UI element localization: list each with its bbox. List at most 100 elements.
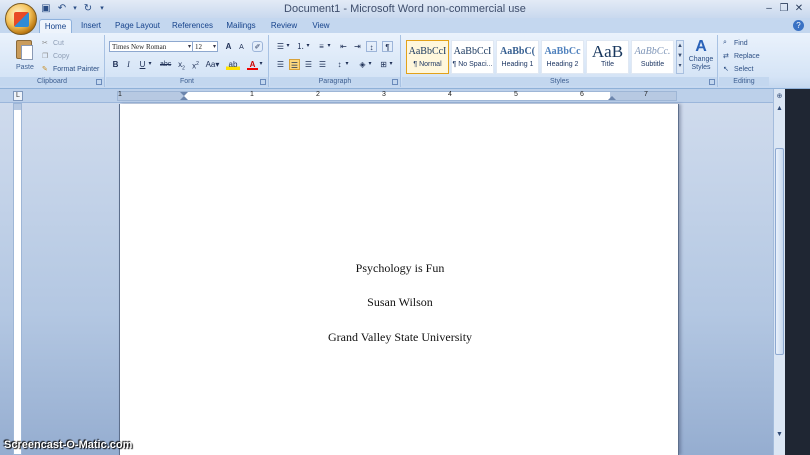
- bold-icon[interactable]: B: [110, 59, 121, 70]
- tab-home[interactable]: Home: [39, 19, 72, 33]
- strikethrough-icon[interactable]: abc: [160, 59, 171, 70]
- format-painter-button[interactable]: Format Painter: [53, 66, 99, 73]
- style-heading-1[interactable]: AaBbC( Heading 1: [496, 40, 539, 74]
- document-institution-line[interactable]: Grand Valley State University: [120, 330, 680, 345]
- styles-launcher-icon[interactable]: [709, 79, 715, 85]
- decrease-indent-icon[interactable]: ⇤: [338, 41, 349, 52]
- undo-icon[interactable]: ↶: [56, 3, 68, 15]
- paragraph-group-label: Paragraph: [270, 77, 400, 86]
- clipboard-group-label: Clipboard: [0, 77, 104, 86]
- align-right-icon[interactable]: ☰: [303, 59, 314, 70]
- hanging-indent-marker[interactable]: [180, 96, 188, 100]
- font-launcher-icon[interactable]: [260, 79, 266, 85]
- bullets-dropdown-icon[interactable]: ▾: [285, 41, 291, 52]
- tab-insert[interactable]: Insert: [76, 19, 106, 33]
- cut-button[interactable]: Cut: [53, 40, 64, 47]
- font-size-select[interactable]: 12 ▾: [192, 41, 218, 52]
- paste-icon[interactable]: [14, 37, 36, 63]
- change-case-icon[interactable]: Aa▾: [205, 59, 220, 70]
- change-styles-icon: A: [695, 38, 707, 55]
- document-author-line[interactable]: Susan Wilson: [120, 295, 680, 310]
- style-subtitle[interactable]: AaBbCc. Subtitle: [631, 40, 674, 74]
- sort-icon[interactable]: ↕: [366, 41, 377, 52]
- cut-icon[interactable]: ✂: [42, 39, 48, 47]
- copy-icon[interactable]: ❐: [42, 52, 48, 60]
- change-styles-button[interactable]: A Change Styles: [686, 38, 716, 78]
- shrink-font-icon[interactable]: A: [236, 42, 247, 53]
- align-center-icon[interactable]: ☰: [289, 59, 300, 70]
- tab-view[interactable]: View: [309, 19, 333, 33]
- redo-icon[interactable]: ↻: [82, 3, 94, 15]
- minimize-icon[interactable]: –: [762, 2, 776, 15]
- font-family-value: Times New Roman: [112, 43, 167, 51]
- find-icon[interactable]: ⌕: [723, 39, 727, 47]
- align-left-icon[interactable]: ☰: [275, 59, 286, 70]
- numbering-dropdown-icon[interactable]: ▾: [305, 41, 311, 52]
- clear-formatting-icon[interactable]: ✐: [252, 41, 263, 52]
- style-normal[interactable]: AaBbCcI ¶ Normal: [406, 40, 449, 74]
- ruler-number: 6: [580, 91, 584, 98]
- clipboard-launcher-icon[interactable]: [96, 79, 102, 85]
- copy-button[interactable]: Copy: [53, 53, 69, 60]
- styles-gallery-scroll[interactable]: ▲ ▼ ▾: [676, 40, 684, 74]
- tab-references[interactable]: References: [170, 19, 215, 33]
- document-title-line[interactable]: Psychology is Fun: [120, 261, 680, 276]
- increase-indent-icon[interactable]: ⇥: [352, 41, 363, 52]
- subscript-icon[interactable]: x2: [176, 59, 187, 72]
- scroll-down-icon[interactable]: ▼: [774, 429, 785, 440]
- format-painter-icon[interactable]: ✎: [42, 65, 48, 73]
- scrollbar-thumb[interactable]: [775, 148, 784, 355]
- font-color-dropdown-icon[interactable]: ▾: [258, 59, 264, 70]
- paragraph-group: ☰ ▾ ⒈ ▾ ≡ ▾ ⇤ ⇥ ↕ ¶ ☰ ☰ ☰ ☰ ↕ ▾ ◈ ▾ ⊞ ▾ …: [270, 35, 401, 87]
- ruler-left-margin: [118, 92, 184, 100]
- ribbon-tabs: Home Insert Page Layout References Maili…: [0, 18, 810, 33]
- ribbon: Paste ✂ Cut ❐ Copy ✎ Format Painter Clip…: [0, 33, 810, 89]
- scroll-up-icon[interactable]: ▲: [774, 103, 785, 114]
- style-heading-2[interactable]: AaBbCc Heading 2: [541, 40, 584, 74]
- horizontal-ruler[interactable]: 1 1 2 3 4 5 6 7: [117, 91, 677, 101]
- vertical-ruler[interactable]: [13, 103, 22, 455]
- close-icon[interactable]: ✕: [792, 2, 806, 15]
- multilevel-dropdown-icon[interactable]: ▾: [326, 41, 332, 52]
- justify-icon[interactable]: ☰: [317, 59, 328, 70]
- paragraph-launcher-icon[interactable]: [392, 79, 398, 85]
- tab-review[interactable]: Review: [269, 19, 299, 33]
- document-page[interactable]: Psychology is Fun Susan Wilson Grand Val…: [119, 104, 679, 455]
- maximize-icon[interactable]: ❐: [777, 2, 791, 15]
- undo-dropdown-icon[interactable]: ▾: [72, 3, 78, 15]
- font-group-label: Font: [106, 77, 268, 86]
- style-sample: AaBbCc: [544, 46, 581, 57]
- style-no-spacing[interactable]: AaBbCcI ¶ No Spaci...: [451, 40, 494, 74]
- title-bar: Document1 - Microsoft Word non-commercia…: [0, 0, 810, 18]
- replace-icon[interactable]: ⇄: [723, 52, 729, 60]
- ruler-toggle-icon[interactable]: ⊕: [774, 91, 785, 102]
- customize-qat-icon[interactable]: ▾: [98, 3, 106, 15]
- paste-button-label[interactable]: Paste: [16, 64, 34, 71]
- vertical-scrollbar[interactable]: ⊕ ▲ ▼: [773, 89, 785, 455]
- highlight-icon[interactable]: ab: [226, 59, 240, 70]
- right-indent-marker[interactable]: [608, 96, 616, 100]
- tab-selector[interactable]: L: [13, 91, 23, 101]
- find-button[interactable]: Find: [734, 40, 748, 47]
- superscript-icon[interactable]: x2: [190, 59, 201, 71]
- borders-dropdown-icon[interactable]: ▾: [388, 59, 394, 70]
- save-icon[interactable]: ▣: [40, 3, 52, 15]
- tab-page-layout[interactable]: Page Layout: [114, 19, 161, 33]
- italic-icon[interactable]: I: [123, 59, 134, 70]
- shading-dropdown-icon[interactable]: ▾: [367, 59, 373, 70]
- grow-font-icon[interactable]: A: [223, 41, 234, 52]
- tab-mailings[interactable]: Mailings: [223, 19, 259, 33]
- line-spacing-dropdown-icon[interactable]: ▾: [344, 59, 350, 70]
- font-color-icon[interactable]: A: [247, 59, 258, 70]
- replace-button[interactable]: Replace: [734, 53, 760, 60]
- show-formatting-marks-icon[interactable]: ¶: [382, 41, 393, 52]
- style-sample: AaBbC(: [499, 46, 535, 57]
- style-title[interactable]: AaB Title: [586, 40, 629, 74]
- select-icon[interactable]: ↖: [723, 65, 729, 73]
- help-icon[interactable]: ?: [793, 20, 804, 31]
- underline-dropdown-icon[interactable]: ▾: [147, 59, 153, 70]
- office-button[interactable]: [5, 3, 37, 35]
- select-button[interactable]: Select: [734, 66, 753, 73]
- style-name: Heading 1: [501, 61, 534, 68]
- font-family-select[interactable]: Times New Roman ▾: [109, 41, 193, 52]
